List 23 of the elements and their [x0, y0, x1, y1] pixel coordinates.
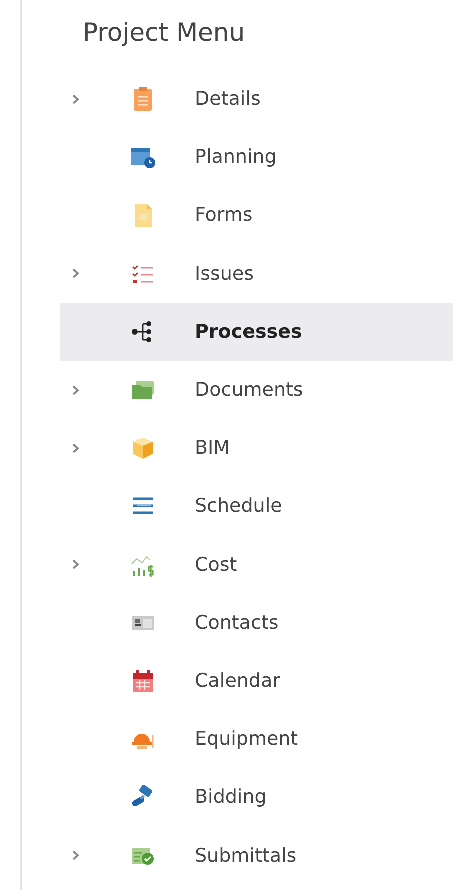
menu-item[interactable]: Details [60, 70, 453, 128]
menu-item[interactable]: Issues [60, 244, 453, 303]
menu-item[interactable]: Documents [60, 360, 453, 420]
menu-item[interactable]: Planning [60, 128, 453, 186]
menu-title: Project Menu [83, 18, 246, 49]
menu-item[interactable]: Equipment [60, 710, 453, 768]
chevron-icon[interactable] [72, 384, 80, 396]
menu-item[interactable]: Forms [60, 186, 453, 245]
chevron-icon[interactable] [72, 559, 80, 570]
cube-icon [130, 435, 156, 462]
menu-item[interactable]: Cost [60, 536, 453, 594]
chevron-icon[interactable] [72, 268, 80, 280]
menu-item[interactable]: Calendar [60, 652, 453, 710]
chevron-icon[interactable] [72, 94, 80, 105]
chevron-icon[interactable] [72, 442, 80, 454]
menu-item[interactable]: Contacts [60, 594, 453, 652]
menu-item[interactable]: Submittals [60, 826, 453, 885]
calendar-icon [130, 668, 156, 694]
chevron-icon[interactable] [72, 850, 80, 862]
menu-item[interactable]: Schedule [60, 477, 453, 536]
menu-item[interactable]: BIM [60, 419, 453, 478]
menu-item[interactable]: Bidding [60, 768, 453, 826]
menu-item[interactable]: Processes [60, 302, 453, 361]
